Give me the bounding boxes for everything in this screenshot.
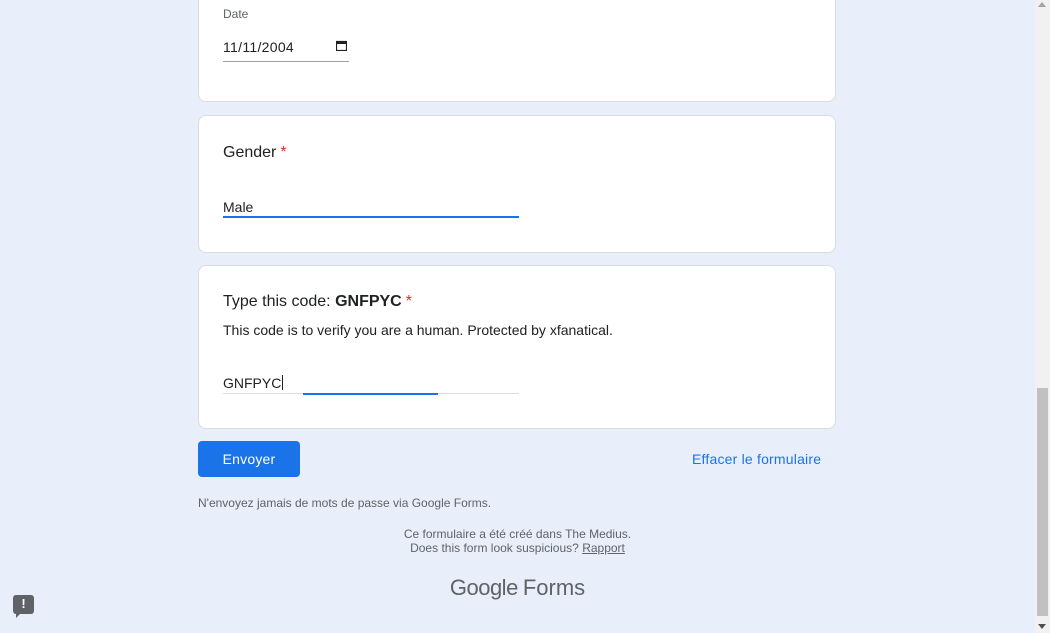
gender-question-title: Gender * — [223, 144, 287, 162]
submit-button[interactable]: Envoyer — [198, 441, 300, 477]
scroll-down-arrow-icon[interactable] — [1038, 624, 1046, 629]
scroll-up-arrow-icon[interactable] — [1038, 2, 1046, 7]
suspicious-line: Does this form look suspicious? Rapport — [0, 541, 1035, 555]
logo-forms-text: Forms — [522, 575, 586, 600]
code-description: This code is to verify you are a human. … — [223, 322, 613, 338]
scrollbar-thumb[interactable] — [1037, 388, 1048, 616]
code-input-text: GNFPYC — [223, 375, 282, 391]
vertical-scrollbar[interactable] — [1035, 0, 1050, 633]
gender-value: Male — [223, 199, 254, 215]
gender-question-card: Gender * Male — [198, 115, 836, 253]
date-value: 11/11/2004 — [223, 39, 294, 55]
date-input[interactable]: 11/11/2004 — [223, 36, 349, 62]
created-in-text: Ce formulaire a été créé dans The Medius… — [403, 527, 632, 541]
text-caret — [282, 375, 284, 390]
password-warning: N'envoyez jamais de mots de passe via Go… — [198, 496, 492, 510]
required-asterisk: * — [405, 293, 412, 310]
code-input[interactable]: GNFPYC — [223, 372, 519, 395]
code-question-title: Type this code: GNFPYC * — [223, 293, 412, 311]
feedback-icon[interactable]: ! — [13, 595, 34, 618]
code-input-value: GNFPYC — [223, 375, 284, 391]
input-focus-underline — [303, 393, 438, 395]
gender-title-text: Gender — [223, 144, 277, 161]
verification-code: GNFPYC — [335, 293, 402, 310]
code-title-prefix: Type this code: — [223, 293, 336, 310]
date-label: Date — [223, 7, 249, 21]
code-question-card: Type this code: GNFPYC * This code is to … — [198, 265, 836, 429]
date-question-card: Date 11/11/2004 — [198, 0, 836, 102]
required-asterisk: * — [280, 144, 287, 161]
calendar-icon[interactable] — [336, 40, 347, 51]
google-forms-logo[interactable]: Google Forms — [0, 575, 1035, 601]
clear-form-button[interactable]: Effacer le formulaire — [692, 451, 821, 467]
logo-google-text: Google — [449, 575, 518, 600]
report-link[interactable]: Rapport — [582, 541, 625, 555]
gender-input[interactable]: Male — [223, 196, 519, 218]
suspicious-text: Does this form look suspicious? — [410, 541, 579, 555]
